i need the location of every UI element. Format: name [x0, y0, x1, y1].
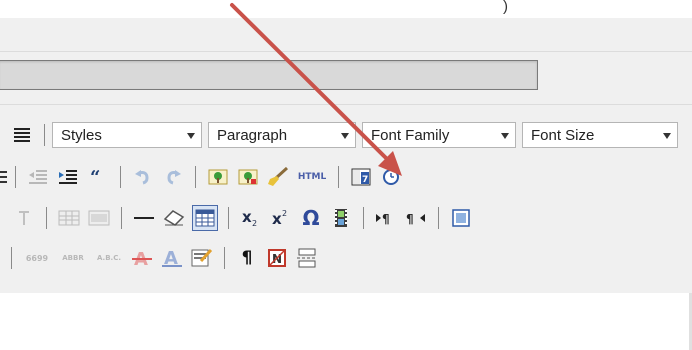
font-family-select-label: Font Family [371, 126, 450, 144]
paragraph-select[interactable]: Paragraph [208, 122, 356, 148]
chevron-down-icon [341, 133, 349, 139]
acronym-label: A.B.C. [97, 254, 121, 262]
url-input[interactable] [0, 60, 538, 90]
indent-icon[interactable] [56, 165, 80, 189]
svg-text:A: A [164, 249, 178, 267]
separator [363, 207, 364, 229]
undo-icon[interactable] [131, 165, 155, 189]
separator [46, 207, 47, 229]
font-size-select-label: Font Size [531, 126, 595, 144]
styles-select-label: Styles [61, 126, 102, 144]
horizontal-rule-icon[interactable] [132, 206, 156, 230]
toolbar-row-3: x 2 x 2 Ω ¶ ¶ [0, 202, 476, 234]
separator [224, 247, 225, 269]
justify-full-icon[interactable] [10, 123, 34, 147]
edit-image-icon[interactable] [236, 165, 260, 189]
svg-text:7: 7 [362, 175, 368, 185]
insert-date-icon[interactable]: 7 [349, 165, 373, 189]
special-char-icon[interactable]: Ω [299, 206, 323, 230]
svg-text:x: x [242, 209, 252, 226]
pilcrow-label: ¶ [241, 248, 253, 268]
separator [15, 166, 16, 188]
insert-image-icon[interactable] [206, 165, 230, 189]
fullscreen-icon[interactable] [449, 206, 473, 230]
omega-label: Ω [302, 206, 320, 230]
subscript-icon[interactable]: x 2 [239, 206, 263, 230]
ltr-icon[interactable]: ¶ [374, 206, 398, 230]
html-source-label: HTML [297, 172, 327, 182]
separator [121, 207, 122, 229]
table-cell-icon[interactable] [87, 206, 111, 230]
toolbar-row-4: 6699 ABBR A.B.C. A A [0, 242, 322, 274]
blockquote-icon[interactable]: “ [86, 165, 110, 189]
svg-text:¶: ¶ [382, 212, 390, 226]
toolbar-row-2: “ HTML 7 [0, 161, 406, 193]
rtl-icon[interactable]: ¶ [404, 206, 428, 230]
svg-text:2: 2 [252, 219, 257, 227]
font-size-select[interactable]: Font Size [522, 122, 678, 148]
abbr-label: ABBR [62, 254, 84, 262]
redo-icon[interactable] [161, 165, 185, 189]
svg-text:“: “ [90, 170, 100, 184]
separator [438, 207, 439, 229]
separator [11, 247, 12, 269]
eraser-icon[interactable] [162, 206, 186, 230]
separator [195, 166, 196, 188]
table-split-icon[interactable] [12, 206, 36, 230]
editor-toolbar: Styles Paragraph Font Family Font Size “… [0, 105, 692, 293]
page-break-icon[interactable] [295, 246, 319, 270]
chevron-down-icon [187, 133, 195, 139]
separator [338, 166, 339, 188]
chevron-down-icon [501, 133, 509, 139]
top-area: ) [0, 0, 692, 18]
acronym-button[interactable]: A.B.C. [94, 246, 124, 270]
table-row-icon[interactable] [57, 206, 81, 230]
paragraph-select-label: Paragraph [217, 126, 288, 144]
font-family-select[interactable]: Font Family [362, 122, 516, 148]
table-icon[interactable] [192, 205, 218, 231]
separator [44, 124, 45, 146]
attributes-icon[interactable] [190, 246, 214, 270]
outdent-icon[interactable] [26, 165, 50, 189]
insert-time-icon[interactable] [379, 165, 403, 189]
html-source-button[interactable]: HTML [296, 165, 328, 189]
cleanup-broom-icon[interactable] [266, 165, 290, 189]
list-icon[interactable] [0, 165, 8, 189]
chevron-down-icon [663, 133, 671, 139]
separator [120, 166, 121, 188]
separator [228, 207, 229, 229]
strikethrough-del-icon[interactable]: A [130, 246, 154, 270]
svg-text:¶: ¶ [406, 212, 414, 226]
editor-content-area[interactable] [0, 293, 692, 350]
superscript-icon[interactable]: x 2 [269, 206, 293, 230]
visual-chars-button[interactable]: ¶ [235, 246, 259, 270]
form-panel-url [0, 52, 692, 105]
form-panel-top [0, 18, 692, 52]
toolbar-row-1: Styles Paragraph Font Family Font Size [0, 119, 678, 151]
abbr-button[interactable]: ABBR [58, 246, 88, 270]
svg-text:x: x [272, 210, 282, 227]
styles-select[interactable]: Styles [52, 122, 202, 148]
top-text-fragment: ) [503, 0, 508, 15]
cite-button[interactable]: 6699 [22, 246, 52, 270]
media-icon[interactable] [329, 206, 353, 230]
svg-text:2: 2 [282, 209, 287, 218]
nonbreaking-icon[interactable]: N [265, 246, 289, 270]
insert-text-icon[interactable]: A [160, 246, 184, 270]
cite-label: 6699 [25, 253, 49, 263]
